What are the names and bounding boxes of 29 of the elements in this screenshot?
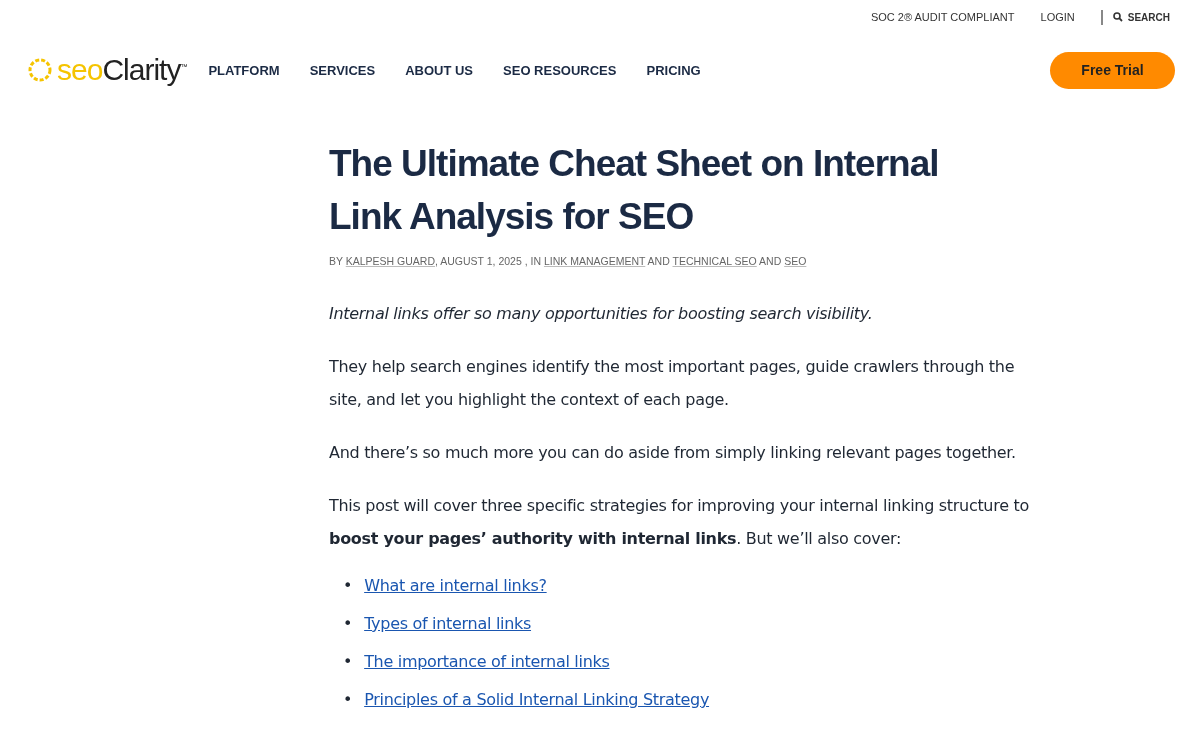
meta-link[interactable]: TECHNICAL SEO	[672, 255, 757, 267]
nav-link[interactable]: PRICING	[646, 62, 701, 78]
paragraph: And there’s so much more you can do aside from simply linking relevant pages together.	[329, 442, 1017, 464]
article-title: The Ultimate Cheat Sheet on Internal Link Analysis for SEO	[329, 142, 940, 239]
paragraph: This post will cover three specific strategies for improving your internal linking structure to boost your pages’ authority with internal links. But we’ll also cover:	[329, 495, 1029, 550]
toc-link[interactable]: What are internal links?	[364, 567, 547, 605]
toc-link[interactable]: The importance of internal links	[364, 643, 610, 681]
toc-link[interactable]: Types of internal links	[364, 605, 532, 643]
meta-link[interactable]: KALPESH GUARD	[345, 255, 435, 267]
toc-link[interactable]: Principles of a Solid Internal Linking Strategy	[364, 681, 710, 719]
paragraph: They help search engines identify the most important pages, guide crawlers through the site, and let you highlight the context of each page.	[329, 356, 1016, 411]
nav-link[interactable]: SERVICES	[309, 62, 376, 78]
article-meta: BY KALPESH GUARD, AUGUST 1, 2025 , IN LINK MANAGEMENT AND TECHNICAL SEO AND SEO	[329, 255, 808, 267]
nav-link[interactable]: SEO RESOURCES	[503, 62, 617, 78]
meta-link[interactable]: LINK MANAGEMENT	[543, 255, 646, 267]
search-icon	[1112, 12, 1123, 22]
nav-link[interactable]: PLATFORM	[208, 62, 280, 78]
top-link[interactable]: SOC 2® AUDIT COMPLIANT	[870, 11, 1015, 23]
bullet: •	[343, 689, 353, 711]
bullet: •	[343, 651, 353, 673]
meta-link[interactable]: SEO	[784, 255, 807, 267]
bullet: •	[343, 575, 353, 597]
top-link[interactable]: LOGIN	[1040, 11, 1075, 23]
nav-link[interactable]: ABOUT US	[405, 62, 474, 78]
lead-paragraph: Internal links offer so many opportunities for boosting search visibility.	[329, 303, 874, 325]
logo-text[interactable]: seoClarity$^{™}$	[57, 53, 187, 87]
search-link[interactable]: SEARCH	[1100, 9, 1170, 25]
free-trial-button[interactable]: Free Trial	[1050, 51, 1175, 89]
bullet: •	[343, 613, 353, 635]
